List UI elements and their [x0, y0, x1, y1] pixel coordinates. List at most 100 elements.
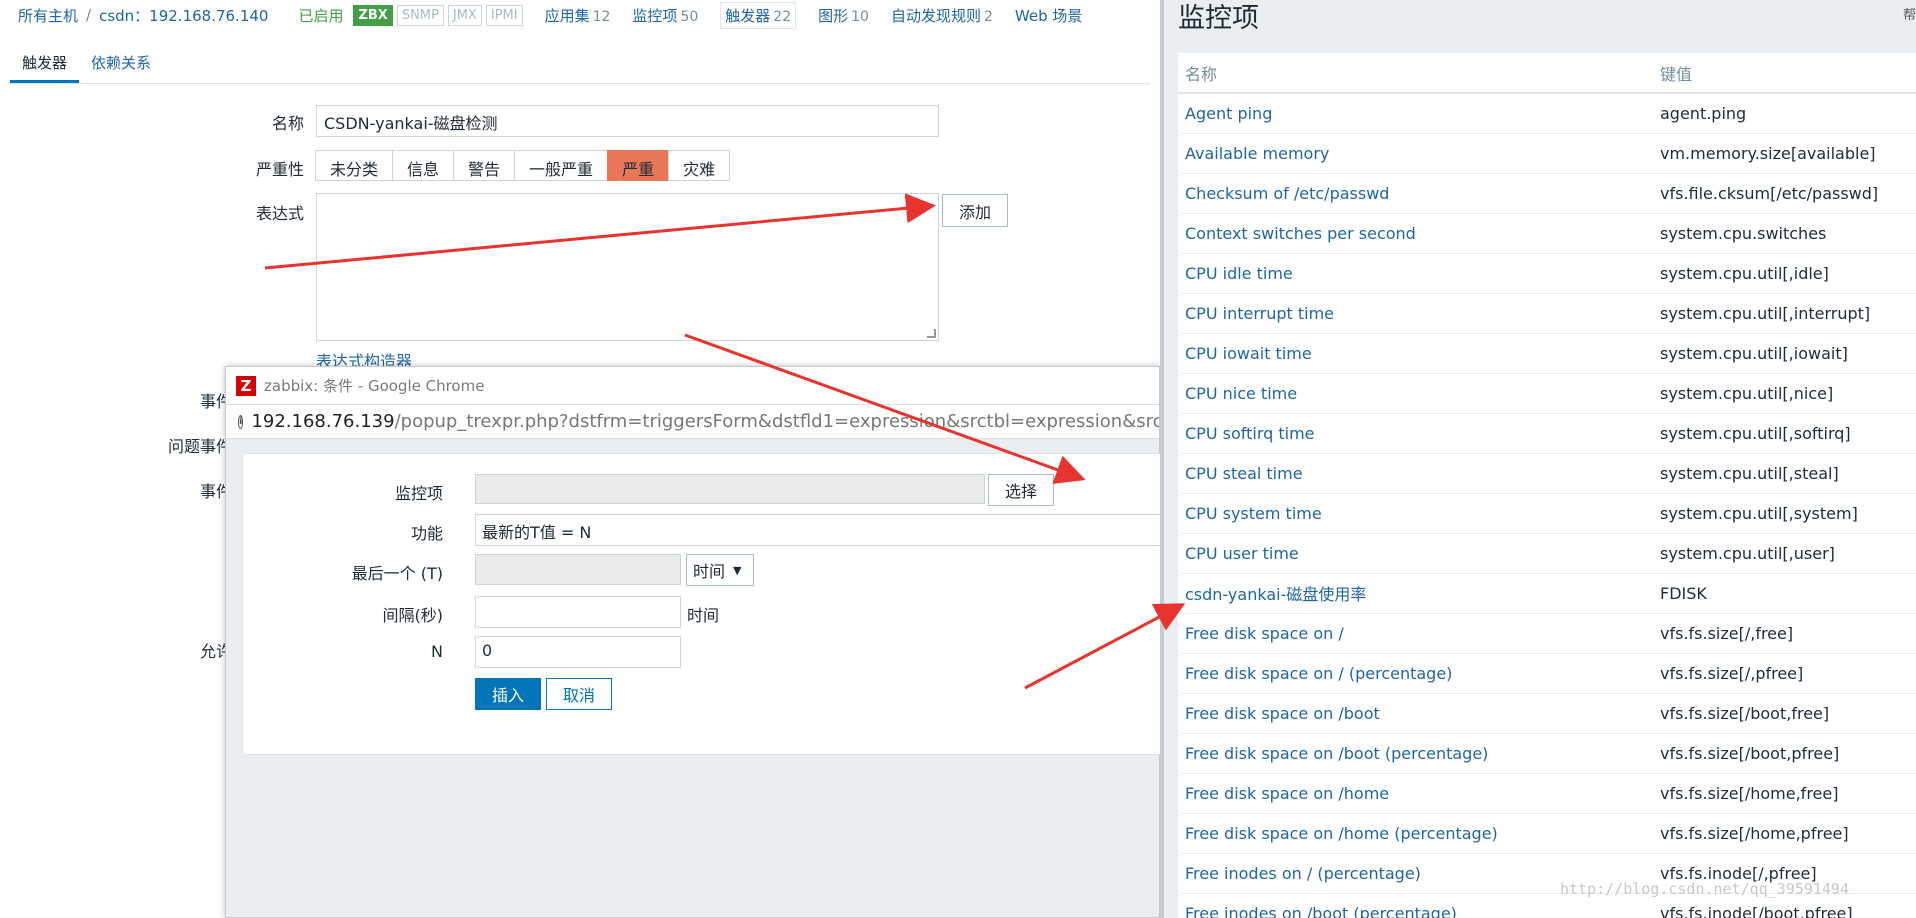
item-label: 监控项 — [394, 484, 443, 503]
table-row[interactable]: CPU interrupt time system.cpu.util[,inter… — [1178, 293, 1916, 334]
item-key: vfs.fs.size[/home,free] — [1653, 773, 1916, 814]
breadcrumb-all-hosts[interactable]: 所有主机 — [18, 5, 78, 26]
item-name-link[interactable]: CPU interrupt time — [1178, 293, 1653, 334]
col-key-header[interactable]: 键值 — [1653, 53, 1916, 94]
name-label: 名称 — [271, 114, 304, 133]
severity-warning[interactable]: 警告 — [453, 150, 516, 181]
item-name-link[interactable]: CPU iowait time — [1178, 333, 1653, 374]
item-name-link[interactable]: CPU steal time — [1178, 453, 1653, 494]
condition-popup-window: Z zabbix: 条件 - Google Chrome i 192.168.7… — [225, 366, 1162, 918]
severity-not-classified[interactable]: 未分类 — [315, 150, 394, 181]
table-row[interactable]: Agent ping agent.ping — [1178, 93, 1916, 134]
interval-label: 间隔(秒) — [382, 606, 444, 625]
last-t-label: 最后一个 (T) — [351, 564, 443, 583]
table-row[interactable]: CPU steal time system.cpu.util[,steal] — [1178, 453, 1916, 494]
snmp-badge: SNMP — [396, 4, 444, 26]
item-name-link[interactable]: CPU softirq time — [1178, 413, 1653, 454]
table-row[interactable]: CPU user time system.cpu.util[,user] — [1178, 533, 1916, 574]
nav-web-scenarios[interactable]: Web 场景 — [1015, 5, 1082, 26]
item-key: vfs.fs.size[/,free] — [1653, 613, 1916, 654]
condition-form: 监控项 选择 功能 最新的T值 = N 最后一个 (T) 时间 ▼ 间隔(秒) 时… — [242, 453, 1162, 755]
table-row[interactable]: Available memory vm.memory.size[available… — [1178, 133, 1916, 174]
items-table-header: 名称 键值 — [1178, 53, 1916, 94]
severity-high[interactable]: 严重 — [607, 150, 670, 181]
item-name-link[interactable]: Free disk space on / (percentage) — [1178, 653, 1653, 694]
interval-unit-label: 时间 — [687, 606, 720, 625]
item-key: system.cpu.util[,nice] — [1653, 373, 1916, 414]
severity-disaster[interactable]: 灾难 — [668, 150, 731, 181]
table-row[interactable]: Free disk space on / (percentage) vfs.fs.… — [1178, 653, 1916, 694]
table-row[interactable]: CPU system time system.cpu.util[,system] — [1178, 493, 1916, 534]
table-row[interactable]: CPU nice time system.cpu.util[,nice] — [1178, 373, 1916, 414]
item-key: system.cpu.util[,idle] — [1653, 253, 1916, 294]
item-name-link[interactable]: CPU nice time — [1178, 373, 1653, 414]
items-panel-title: 监控项 — [1178, 3, 1259, 34]
item-key: vm.memory.size[available] — [1653, 133, 1916, 174]
table-row[interactable]: CPU iowait time system.cpu.util[,iowait] — [1178, 333, 1916, 374]
select-item-button[interactable]: 选择 — [988, 474, 1054, 506]
table-row[interactable]: Free disk space on /boot (percentage) vfs… — [1178, 733, 1916, 774]
table-row[interactable]: csdn-yankai-磁盘使用率 FDISK — [1178, 573, 1916, 614]
time-unit-select[interactable]: 时间 ▼ — [686, 554, 754, 586]
url-host: 192.168.76.139 — [251, 411, 395, 432]
last-t-input[interactable] — [475, 554, 681, 585]
nav-applications[interactable]: 应用集 12 — [545, 5, 611, 26]
item-name-link[interactable]: csdn-yankai-磁盘使用率 — [1178, 573, 1653, 614]
item-input[interactable] — [475, 474, 985, 504]
severity-label: 严重性 — [255, 160, 304, 179]
cancel-button[interactable]: 取消 — [546, 678, 612, 710]
item-key: FDISK — [1653, 573, 1916, 614]
item-key: system.cpu.switches — [1653, 213, 1916, 254]
table-row[interactable]: CPU idle time system.cpu.util[,idle] — [1178, 253, 1916, 294]
interval-input[interactable] — [475, 596, 681, 628]
table-row[interactable]: Context switches per second system.cpu.sw… — [1178, 213, 1916, 254]
nav-triggers[interactable]: 触发器 22 — [720, 1, 797, 29]
severity-average[interactable]: 一般严重 — [514, 150, 609, 181]
item-name-link[interactable]: Free disk space on /boot — [1178, 693, 1653, 734]
items-table: 名称 键值 Agent ping agent.ping Available memo… — [1178, 53, 1916, 918]
tab-trigger[interactable]: 触发器 — [10, 46, 80, 83]
item-key: vfs.fs.size[/,pfree] — [1653, 653, 1916, 694]
table-row[interactable]: Checksum of /etc/passwd vfs.file.cksum[/e… — [1178, 173, 1916, 214]
add-expression-button[interactable]: 添加 — [942, 194, 1008, 227]
url-path: /popup_trexpr.php?dstfrm=triggersForm&ds… — [394, 411, 1159, 432]
insert-button[interactable]: 插入 — [475, 678, 541, 710]
info-icon[interactable]: i — [238, 414, 244, 429]
nav-graphs[interactable]: 图形 10 — [818, 5, 869, 26]
popup-title-bar[interactable]: Z zabbix: 条件 - Google Chrome — [226, 367, 1159, 405]
trigger-name-input[interactable]: CSDN-yankai-磁盘检测 — [316, 105, 939, 137]
host-status[interactable]: 已启用 — [298, 5, 343, 26]
n-input[interactable]: 0 — [475, 636, 681, 668]
breadcrumb-host[interactable]: csdn：192.168.76.140 — [99, 5, 268, 26]
item-name-link[interactable]: Agent ping — [1178, 93, 1653, 134]
item-name-link[interactable]: Checksum of /etc/passwd — [1178, 173, 1653, 214]
table-row[interactable]: Free disk space on /boot vfs.fs.size[/boo… — [1178, 693, 1916, 734]
help-corner[interactable]: 帮 — [1903, 4, 1916, 23]
table-row[interactable]: CPU softirq time system.cpu.util[,softirq… — [1178, 413, 1916, 454]
table-row[interactable]: Free disk space on / vfs.fs.size[/,free] — [1178, 613, 1916, 654]
nav-discovery-rules[interactable]: 自动发现规则 2 — [891, 5, 993, 26]
function-label: 功能 — [410, 524, 443, 543]
severity-information[interactable]: 信息 — [392, 150, 455, 181]
item-name-link[interactable]: Context switches per second — [1178, 213, 1653, 254]
popup-address-bar[interactable]: i 192.168.76.139/popup_trexpr.php?dstfrm… — [226, 405, 1159, 439]
item-name-link[interactable]: CPU system time — [1178, 493, 1653, 534]
function-select[interactable]: 最新的T值 = N — [475, 514, 1162, 546]
item-name-link[interactable]: Free disk space on /home — [1178, 773, 1653, 814]
item-name-link[interactable]: Free disk space on / — [1178, 613, 1653, 654]
table-row[interactable]: Free disk space on /home vfs.fs.size[/hom… — [1178, 773, 1916, 814]
item-name-link[interactable]: CPU user time — [1178, 533, 1653, 574]
table-row[interactable]: Free disk space on /home (percentage) vfs… — [1178, 813, 1916, 854]
col-name-header[interactable]: 名称 — [1178, 53, 1653, 94]
item-name-link[interactable]: Available memory — [1178, 133, 1653, 174]
item-key: system.cpu.util[,system] — [1653, 493, 1916, 534]
tab-dependencies[interactable]: 依赖关系 — [79, 46, 163, 83]
expression-textarea[interactable] — [316, 193, 939, 341]
item-name-link[interactable]: Free disk space on /boot (percentage) — [1178, 733, 1653, 774]
item-key: agent.ping — [1653, 93, 1916, 134]
nav-items[interactable]: 监控项 50 — [632, 5, 698, 26]
dropdown-caret-icon: ▼ — [733, 563, 742, 577]
item-name-link[interactable]: Free disk space on /home (percentage) — [1178, 813, 1653, 854]
resize-grip-icon[interactable] — [927, 329, 936, 338]
item-name-link[interactable]: CPU idle time — [1178, 253, 1653, 294]
